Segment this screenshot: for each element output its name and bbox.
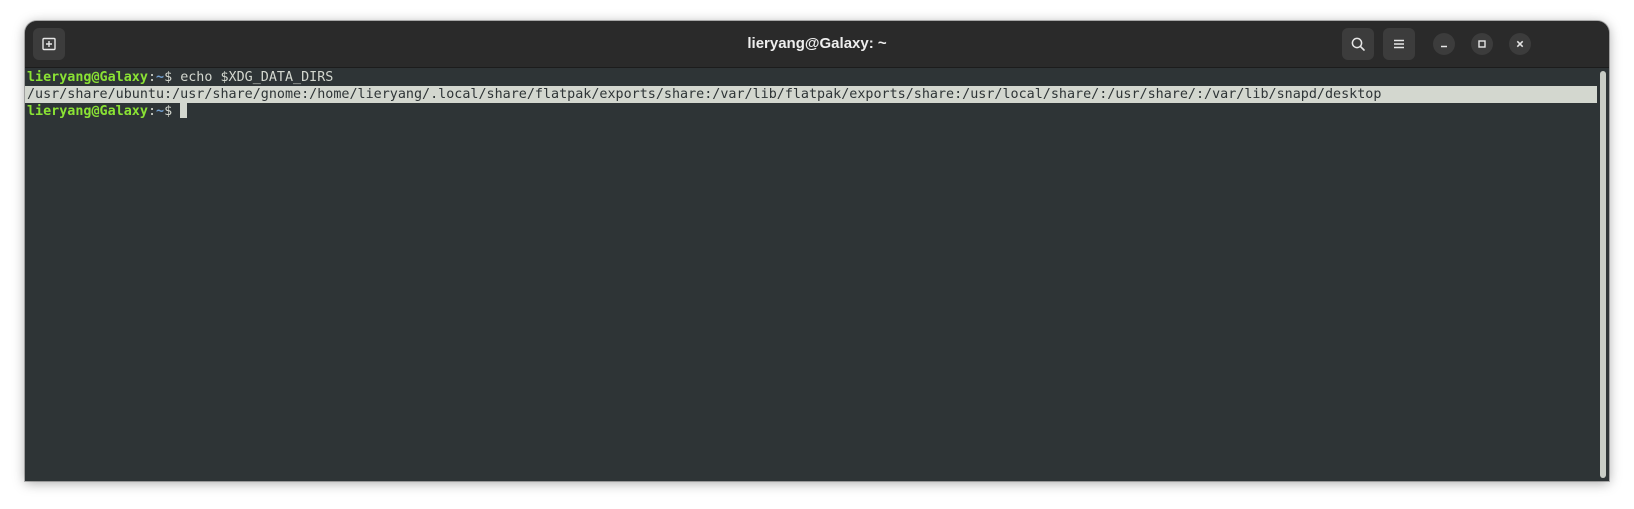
vertical-scrollbar[interactable] [1597,68,1609,481]
prompt-user-host: lieryang@Galaxy [27,70,148,85]
terminal-line-output-selected[interactable]: /usr/share/ubuntu:/usr/share/gnome:/home… [25,86,1597,103]
titlebar: lieryang@Galaxy: ~ [25,21,1609,68]
prompt-path: ~ [156,70,165,85]
scrollbar-thumb[interactable] [1600,71,1606,478]
minimize-icon [1441,45,1447,48]
minimize-button[interactable] [1433,33,1455,55]
menu-button[interactable] [1383,28,1415,60]
prompt-user-host: lieryang@Galaxy [27,104,148,119]
maximize-button[interactable] [1471,33,1493,55]
text-cursor [180,103,188,118]
close-icon [1516,40,1524,48]
prompt-symbol: $ [164,104,181,119]
hamburger-menu-icon [1394,39,1404,49]
terminal-line-prompt: lieryang@Galaxy:~$ [27,103,1597,120]
terminal-line-command: lieryang@Galaxy:~$ echo $XDG_DATA_DIRS [27,69,1597,86]
new-tab-button[interactable] [33,28,65,60]
terminal-output-area[interactable]: lieryang@Galaxy:~$ echo $XDG_DATA_DIRS /… [25,68,1597,481]
prompt-symbol: $ [164,70,181,85]
output-text: /usr/share/ubuntu:/usr/share/gnome:/home… [27,87,1382,102]
search-button[interactable] [1342,28,1374,60]
prompt-path: ~ [156,104,165,119]
command-text: echo $XDG_DATA_DIRS [180,70,334,85]
prompt-separator: : [147,104,156,119]
close-button[interactable] [1509,33,1531,55]
search-icon [1351,37,1365,51]
new-tab-icon [42,37,56,51]
prompt-separator: : [147,70,156,85]
terminal-window: lieryang@Galaxy: ~ lieryang@Galaxy:~$ ec… [25,21,1609,481]
maximize-icon [1478,40,1486,48]
